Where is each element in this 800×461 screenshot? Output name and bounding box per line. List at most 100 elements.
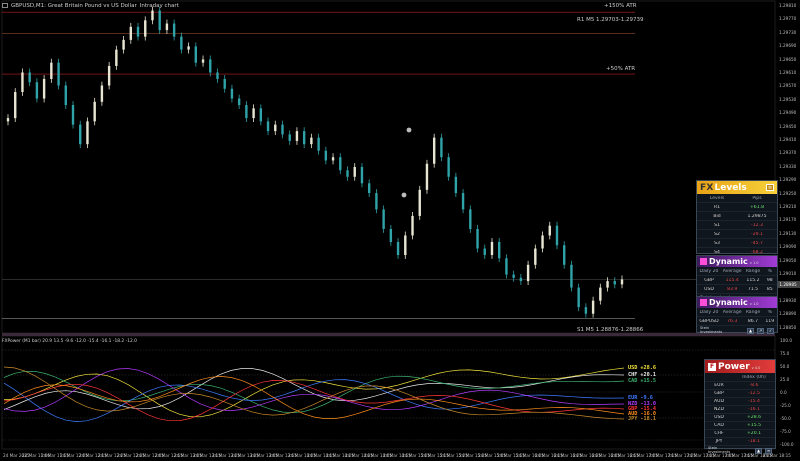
power-currency: NZD	[713, 407, 725, 412]
signal-dot-icon	[406, 127, 412, 133]
candle-body	[6, 118, 10, 122]
price-tick: 1.29770	[779, 16, 797, 22]
level-name: R1	[713, 204, 721, 210]
power-value: -18.1	[748, 439, 760, 444]
settings-icon[interactable]: ≡	[765, 447, 772, 454]
price-tick: 1.28890	[779, 311, 797, 317]
candle-body	[606, 281, 609, 288]
indicator-tick: 50.0	[780, 364, 790, 369]
candle-body	[469, 209, 472, 229]
chart-menu-icon[interactable]	[2, 3, 8, 8]
price-tick: 1.29170	[779, 217, 797, 223]
power-currency: AUD	[713, 399, 725, 404]
candle-body	[64, 85, 67, 106]
level-name: Bid	[713, 213, 721, 219]
check-icon[interactable]: ✓	[767, 327, 774, 334]
indicator-tick: -50.0	[780, 416, 791, 421]
power-value: +20.1	[746, 431, 762, 436]
levels-row: S2 -29.1	[697, 230, 777, 239]
menu-icon[interactable]: ≡	[766, 184, 774, 191]
indicator-title: FXPower (M1 bar) 20.9 13.5 -9.6 -12.0 -1…	[2, 339, 137, 344]
candle-body	[360, 167, 364, 184]
candle-body	[548, 225, 551, 236]
power-currency: JPY	[715, 439, 723, 444]
candle-body	[461, 193, 465, 210]
level-pips: +61.8	[749, 204, 765, 210]
price-tick: 1.29330	[779, 163, 797, 169]
dynamic-panel-2[interactable]: Dynamic v 1.0 Daily 20 Average Range % G…	[696, 296, 778, 334]
dynamic-range: 85	[766, 286, 773, 292]
candle-body	[71, 105, 75, 125]
price-tick: 1.29490	[779, 110, 797, 116]
fx-levels-panel[interactable]: FX Levels ≡ Levels Pips R1 +61.8 Bid 1.2987…	[696, 180, 778, 265]
time-axis[interactable]: 24 Mar 2025 24 Mar 11:46 24 Mar 11:55 24 Ma…	[0, 450, 791, 461]
candle-body	[165, 23, 169, 31]
power-value: +28.6	[746, 415, 762, 420]
dynamic-logo-icon	[700, 299, 707, 306]
candle-body	[115, 49, 118, 66]
candle-body	[274, 124, 277, 132]
candle-body	[310, 137, 313, 145]
candle-body	[35, 82, 39, 99]
bell-icon[interactable]: ▲	[747, 327, 754, 334]
candle-body	[599, 287, 602, 301]
candle-body	[505, 258, 508, 275]
power-value: -8.6	[749, 383, 759, 388]
level-name: S2	[714, 231, 720, 237]
brand-logo: SteinInvestments	[700, 325, 723, 334]
chart-canvas[interactable]	[0, 0, 800, 461]
candle-body	[440, 137, 443, 158]
level-pips: -68.2	[751, 249, 763, 255]
candle-body	[490, 241, 494, 256]
indicator-tick: 25.0	[780, 377, 790, 382]
indicator-axis[interactable]: 100.0 75.0 50.0 25.0 0.0 -25.0 -50.0 -75.0 -100.…	[777, 336, 800, 449]
power-row: EUR -8.6	[705, 382, 775, 390]
candle-body	[382, 209, 385, 229]
price-tick: 1.29410	[779, 137, 797, 142]
levels-row: S3 -45.7	[697, 239, 777, 248]
power-currency: CAD	[714, 423, 724, 428]
level-atr-label: +50% ATR	[606, 66, 636, 72]
dynamic-logo-text: Dynamic	[709, 298, 748, 307]
candle-body	[396, 241, 400, 256]
chart-icon[interactable]: ↗	[757, 327, 764, 334]
power-currency: CHF	[714, 431, 724, 436]
dynamic-current: 83.9	[727, 286, 738, 292]
price-tick: 1.29650	[779, 56, 797, 62]
power-value: -16.1	[748, 407, 760, 412]
dynamic-panel-1[interactable]: Dynamic v 1.0 Daily 20 Average Range % G…	[696, 255, 778, 298]
indicator-tick: 0.0	[780, 390, 787, 395]
candle-body	[57, 62, 60, 86]
bell-icon[interactable]: ▲	[755, 447, 762, 454]
candle-body	[570, 264, 573, 288]
candle-body	[367, 183, 371, 194]
levels-row: S1 -12.3	[697, 221, 777, 230]
indicator-tick: -75.0	[780, 429, 791, 434]
candle-body	[93, 101, 96, 122]
candle-body	[512, 274, 515, 278]
candle-body	[555, 225, 559, 246]
dynamic-logo-text: Dynamic	[709, 257, 748, 266]
price-tick: 1.29290	[779, 177, 797, 183]
candle-body	[216, 72, 219, 79]
candle-body	[42, 78, 46, 99]
fx-power-panel[interactable]: F Power v 4.0 Index (0h) EUR -8.6 GBP -12.5…	[704, 359, 776, 454]
indicator-label: USD +28.6	[628, 365, 656, 371]
power-currency: GBP	[714, 391, 724, 396]
candle-body	[245, 105, 248, 119]
level-s1-label: S1 M5 1.28876-1.28866	[577, 327, 644, 333]
candle-body	[28, 72, 31, 83]
candle-body	[237, 98, 241, 106]
indicator-tick: 100.0	[780, 338, 792, 343]
candle-body	[389, 228, 393, 242]
power-currency: EUR	[714, 383, 724, 388]
candle-body	[324, 150, 328, 161]
dynamic-row: GBP 115.4 115.2 98	[697, 276, 777, 285]
level-name: S4	[714, 249, 720, 255]
price-tick: 1.29570	[779, 83, 797, 89]
dynamic-range: 98	[766, 277, 773, 283]
dynamic-average: 86.7	[747, 318, 759, 324]
power-row: CHF +20.1	[705, 430, 775, 438]
candle-body	[526, 264, 530, 282]
current-price-tag: 1.28985	[776, 281, 800, 288]
